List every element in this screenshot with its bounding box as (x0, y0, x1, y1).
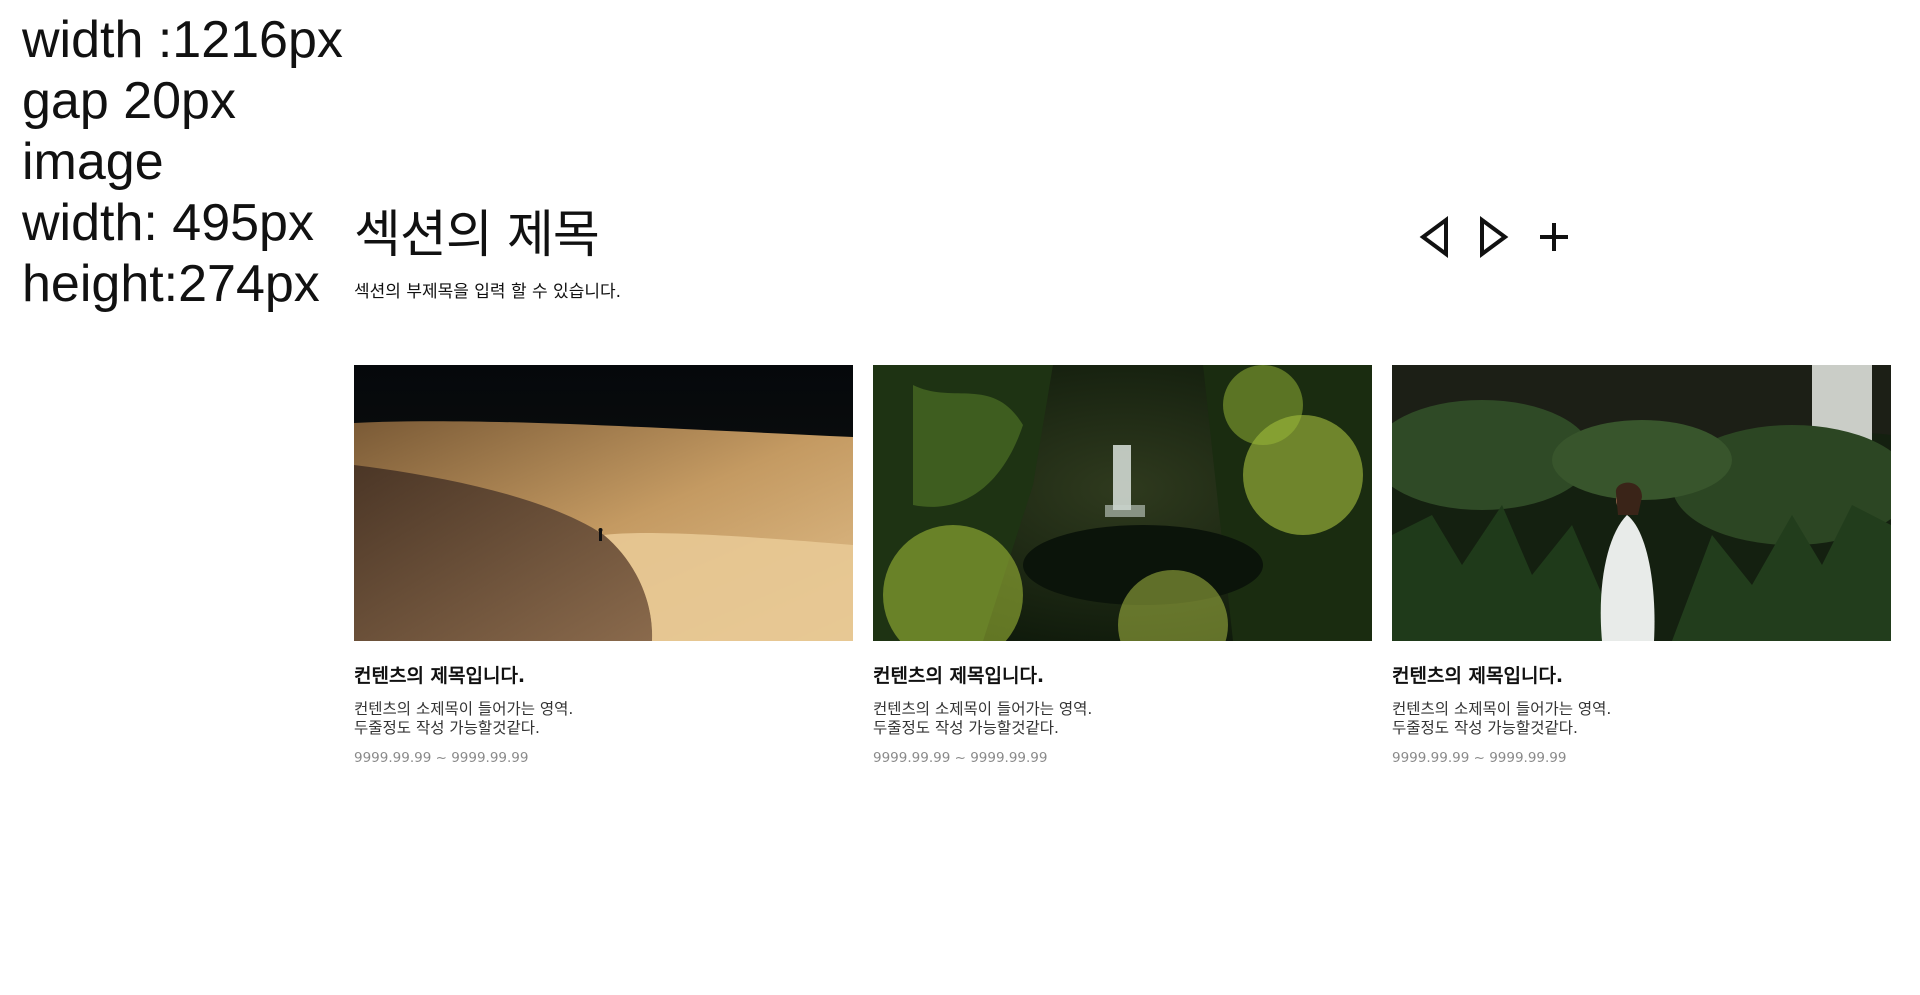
desert-dunes-photo (354, 365, 853, 641)
spec-gap-note: gap 20px (22, 72, 236, 130)
content-card[interactable]: 컨텐츠의 제목입니다. 컨텐츠의 소제목이 들어가는 영역. 두줄정도 작성 가… (1392, 365, 1891, 767)
card-description-line: 두줄정도 작성 가능할것같다. (1392, 719, 1578, 737)
card-date-range: 9999.99.99 ~ 9999.99.99 (1392, 750, 1567, 766)
section-title: 섹션의 제목 (354, 206, 600, 265)
content-card[interactable]: 컨텐츠의 제목입니다. 컨텐츠의 소제목이 들어가는 영역. 두줄정도 작성 가… (354, 365, 853, 767)
arrow-right-outline-icon (1480, 216, 1509, 258)
arrow-left-outline-icon (1419, 216, 1448, 258)
carousel-controls (1414, 212, 1600, 262)
card-description: 컨텐츠의 소제목이 들어가는 영역. 두줄정도 작성 가능할것같다. (1392, 700, 1891, 738)
card-description-line: 컨텐츠의 소제목이 들어가는 영역. (1392, 700, 1612, 718)
card-description-line: 컨텐츠의 소제목이 들어가는 영역. (354, 700, 574, 718)
content-card[interactable]: 컨텐츠의 제목입니다. 컨텐츠의 소제목이 들어가는 영역. 두줄정도 작성 가… (873, 365, 1372, 767)
section-header: 섹션의 제목 섹션의 부제목을 입력 할 수 있습니다. (354, 202, 1893, 334)
card-description-line: 컨텐츠의 소제목이 들어가는 영역. (873, 700, 1093, 718)
forest-waterfall-photo (873, 365, 1372, 641)
card-title: 컨텐츠의 제목입니다. (354, 665, 526, 687)
card-image[interactable] (354, 365, 853, 641)
card-description: 컨텐츠의 소제목이 들어가는 영역. 두줄정도 작성 가능할것같다. (873, 700, 1372, 738)
card-description-line: 두줄정도 작성 가능할것같다. (354, 719, 540, 737)
card-title: 컨텐츠의 제목입니다. (873, 665, 1045, 687)
next-button[interactable] (1474, 214, 1514, 260)
section-subtitle: 섹션의 부제목을 입력 할 수 있습니다. (354, 282, 622, 302)
spec-notes: width :1216px gap 20px image width: 495p… (22, 10, 343, 315)
card-date-range: 9999.99.99 ~ 9999.99.99 (873, 750, 1048, 766)
card-list: 컨텐츠의 제목입니다. 컨텐츠의 소제목이 들어가는 영역. 두줄정도 작성 가… (354, 365, 1891, 767)
card-title: 컨텐츠의 제목입니다. (1392, 665, 1564, 687)
spec-width-note: width :1216px (22, 11, 343, 69)
spec-image-width-note: width: 495px (22, 194, 314, 252)
prev-button[interactable] (1414, 214, 1454, 260)
card-description: 컨텐츠의 소제목이 들어가는 영역. 두줄정도 작성 가능할것같다. (354, 700, 853, 738)
card-image[interactable] (1392, 365, 1891, 641)
spec-image-height-note: height:274px (22, 255, 320, 313)
spec-image-label: image (22, 133, 164, 191)
card-image[interactable] (873, 365, 1372, 641)
add-button[interactable] (1534, 214, 1574, 260)
card-date-range: 9999.99.99 ~ 9999.99.99 (354, 750, 529, 766)
plus-icon (1540, 223, 1568, 251)
content-section: 섹션의 제목 섹션의 부제목을 입력 할 수 있습니다. 컨텐츠의 제목입니다.… (354, 202, 1893, 766)
woman-in-jungle-photo (1392, 365, 1891, 641)
card-description-line: 두줄정도 작성 가능할것같다. (873, 719, 1059, 737)
